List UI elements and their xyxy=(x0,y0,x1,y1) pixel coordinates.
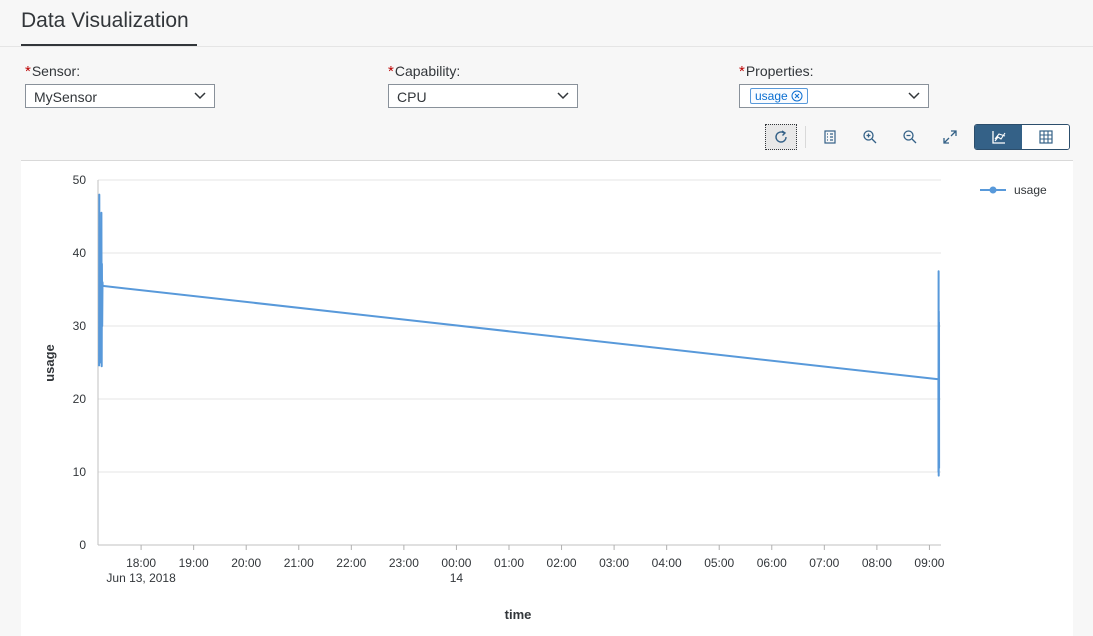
zoom-out-icon xyxy=(903,130,917,144)
sensor-select[interactable]: MySensor xyxy=(25,84,215,108)
page-title: Data Visualization xyxy=(21,9,189,32)
x-tick-label: 04:00 xyxy=(652,556,682,570)
y-tick-label: 40 xyxy=(73,246,87,260)
toolbar-separator xyxy=(805,126,806,148)
x-tick-label: 18:00 xyxy=(126,556,156,570)
series-line-usage[interactable] xyxy=(98,193,941,477)
chevron-down-icon[interactable] xyxy=(908,91,920,101)
refresh-button[interactable] xyxy=(765,124,797,150)
x-tick-label: 05:00 xyxy=(704,556,734,570)
x-tick-label: 08:00 xyxy=(862,556,892,570)
chevron-down-icon[interactable] xyxy=(194,91,206,101)
zoom-out-button[interactable] xyxy=(898,124,922,150)
y-tick-label: 50 xyxy=(73,173,87,187)
x-tick-label: 09:00 xyxy=(914,556,944,570)
chart-panel: 0 10 20 30 40 50 18:00 Jun 13, 2018 19:00 20:00 2… xyxy=(21,160,1073,636)
refresh-icon xyxy=(775,130,787,143)
capability-label: *Capability: xyxy=(388,63,461,80)
y-tick-label: 10 xyxy=(73,465,87,479)
chevron-down-icon[interactable] xyxy=(557,91,569,101)
x-tick-label: 20:00 xyxy=(231,556,261,570)
view-toggle xyxy=(974,124,1070,150)
x-tick-label: 01:00 xyxy=(494,556,524,570)
x-tick-label: 02:00 xyxy=(547,556,577,570)
zoom-in-button[interactable] xyxy=(858,124,882,150)
legend[interactable]: usage xyxy=(980,183,1047,197)
fullscreen-button[interactable] xyxy=(938,124,962,150)
y-tick-label: 0 xyxy=(79,538,86,552)
x-tick-label: 07:00 xyxy=(809,556,839,570)
x-tick-sublabel: Jun 13, 2018 xyxy=(106,571,176,585)
x-tick-label: 00:00 xyxy=(441,556,471,570)
x-tick-label: 03:00 xyxy=(599,556,629,570)
required-marker: * xyxy=(25,63,31,80)
legend-button[interactable] xyxy=(818,124,842,150)
legend-label-usage: usage xyxy=(1014,183,1047,197)
x-tick-label: 22:00 xyxy=(336,556,366,570)
y-tick-label: 20 xyxy=(73,392,87,406)
header-bar: Data Visualization xyxy=(0,0,1093,47)
properties-multiselect[interactable]: usage xyxy=(739,84,929,108)
line-chart[interactable]: 0 10 20 30 40 50 18:00Jun 13, 201819:00 20:00 2… xyxy=(21,161,1073,636)
y-axis-title: usage xyxy=(42,344,57,382)
table-view-icon xyxy=(1039,130,1053,144)
required-marker: * xyxy=(739,63,745,80)
x-tick-label: 06:00 xyxy=(757,556,787,570)
table-view-button[interactable] xyxy=(1022,125,1069,149)
capability-select[interactable]: CPU xyxy=(388,84,578,108)
zoom-in-icon xyxy=(863,130,877,144)
legend-list-icon xyxy=(824,130,836,144)
remove-token-icon[interactable] xyxy=(791,90,803,102)
capability-value: CPU xyxy=(397,89,427,105)
sensor-label: *Sensor: xyxy=(25,63,81,80)
legend-marker xyxy=(989,186,997,194)
x-tick-sublabel: 14 xyxy=(450,571,464,585)
fullscreen-icon xyxy=(943,130,957,144)
x-tick-label: 19:00 xyxy=(179,556,209,570)
title-tab-indicator xyxy=(21,44,197,46)
required-marker: * xyxy=(388,63,394,80)
x-tick-label: 21:00 xyxy=(284,556,314,570)
chart-view-button[interactable] xyxy=(975,125,1022,149)
x-tick-label: 23:00 xyxy=(389,556,419,570)
property-token-usage[interactable]: usage xyxy=(750,88,808,104)
sensor-value: MySensor xyxy=(34,89,98,105)
chart-view-icon xyxy=(991,131,1005,144)
x-axis-title: time xyxy=(505,607,532,622)
properties-label: *Properties: xyxy=(739,63,814,80)
y-tick-label: 30 xyxy=(73,319,87,333)
